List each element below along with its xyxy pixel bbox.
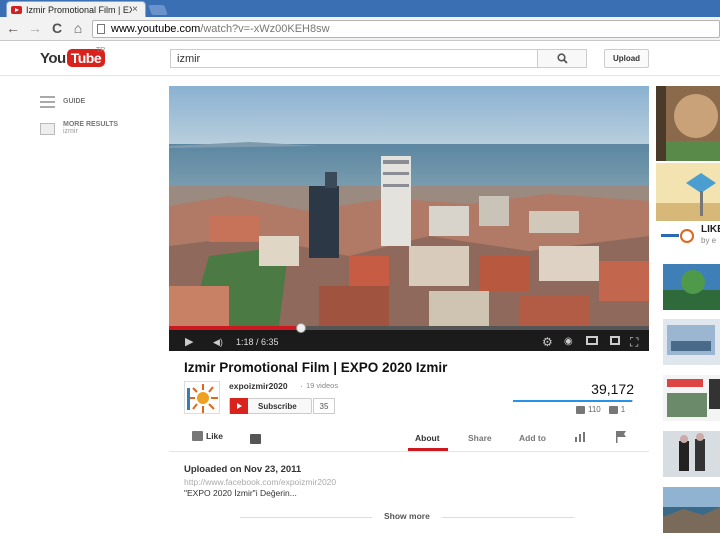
like-counts: 110 1 xyxy=(576,405,625,414)
sidebar-thumbnail-4[interactable] xyxy=(663,319,720,365)
url-path: /watch?v=-xWz00KEH8sw xyxy=(200,23,330,35)
sidebar-thumbnail-7[interactable] xyxy=(663,487,720,533)
back-icon[interactable]: ← xyxy=(5,20,21,36)
more-results-button[interactable]: MORE RESULTS izmir xyxy=(40,121,118,135)
more-results-label: MORE RESULTS xyxy=(63,121,119,128)
stats-icon[interactable] xyxy=(575,432,587,442)
description-link[interactable]: http://www.facebook.com/expoizmir2020 xyxy=(184,477,336,487)
new-tab-button[interactable] xyxy=(148,5,168,15)
address-bar[interactable]: www.youtube.com /watch?v=-xWz00KEH8sw xyxy=(92,20,720,38)
show-more-button[interactable]: Show more xyxy=(372,511,442,521)
sidebar-thumbnail-3[interactable] xyxy=(663,264,720,310)
guide-label: GUIDE xyxy=(63,98,86,105)
description-text: "EXPO 2020 İzmir"i Değerin... xyxy=(184,488,297,498)
settings-gear-icon[interactable]: ⚙ xyxy=(542,336,553,348)
reload-icon[interactable]: C xyxy=(49,20,65,36)
tab-close-icon[interactable]: × xyxy=(132,4,142,15)
video-title: Izmir Promotional Film | EXPO 2020 Izmir xyxy=(184,360,448,375)
tab-about[interactable]: About xyxy=(415,433,440,443)
thumbnail-image xyxy=(663,431,720,477)
like-thumb-icon xyxy=(576,405,585,414)
large-player-icon[interactable] xyxy=(610,336,620,345)
expo-logo-icon xyxy=(187,384,218,413)
subscribe-button[interactable]: Subscribe xyxy=(229,398,312,414)
volume-icon[interactable]: ◀) xyxy=(213,336,223,348)
dislike-thumb-icon xyxy=(608,405,618,414)
thumbnail-image xyxy=(663,264,720,310)
sidebar-thumbnail-2[interactable] xyxy=(656,163,720,221)
more-results-icon xyxy=(40,123,55,135)
like-count: 110 xyxy=(588,405,601,414)
small-player-icon[interactable] xyxy=(586,336,598,345)
divider xyxy=(169,451,649,452)
play-icon[interactable]: ▶ xyxy=(185,336,193,348)
thumbnail-image xyxy=(663,487,720,533)
view-count: 39,172 xyxy=(591,381,634,397)
search-icon xyxy=(556,53,568,64)
more-results-query: izmir xyxy=(63,128,78,135)
time-current: 1:18 xyxy=(236,337,254,347)
search-input[interactable] xyxy=(170,49,538,68)
thumbnail-image xyxy=(663,319,720,365)
browser-tab[interactable]: Izmir Promotional Film | EXPO × xyxy=(6,1,146,17)
search-button[interactable] xyxy=(537,49,587,68)
like-ratio-fill xyxy=(513,400,632,402)
sidebar-expo-logo xyxy=(659,226,697,246)
dislike-count: 1 xyxy=(620,405,626,414)
time-readout: 1:18 / 6:35 xyxy=(236,337,279,347)
url-host: www.youtube.com xyxy=(111,23,201,35)
logo-you: You xyxy=(40,49,66,67)
flag-icon[interactable] xyxy=(615,431,627,443)
video-frame[interactable] xyxy=(169,86,649,326)
sidebar-ad-sub: by e xyxy=(701,236,717,245)
progress-scrubber[interactable] xyxy=(296,323,306,333)
forward-icon[interactable]: → xyxy=(27,20,43,36)
thumbs-up-icon xyxy=(192,431,203,441)
thumbnail-image xyxy=(663,375,720,421)
progress-played xyxy=(169,326,301,330)
time-total: 6:35 xyxy=(261,337,279,347)
youtube-favicon-icon xyxy=(11,5,22,14)
logo-country: TR xyxy=(96,47,106,54)
thumbnail-image xyxy=(656,86,720,161)
video-scene-image xyxy=(169,86,649,326)
quality-icon[interactable]: ◉ xyxy=(564,336,573,348)
sidebar-thumbnail-1[interactable] xyxy=(656,86,720,161)
subscribe-label: Subscribe xyxy=(258,401,297,411)
subscribe-youtube-icon xyxy=(230,398,248,414)
thumbs-down-icon xyxy=(250,434,261,444)
channel-separator: · xyxy=(300,381,303,391)
upload-button[interactable]: Upload xyxy=(604,49,649,68)
fullscreen-icon[interactable]: ⛶ xyxy=(630,336,638,348)
expo-logo-icon xyxy=(659,226,697,246)
channel-video-count[interactable]: 19 videos xyxy=(306,381,338,390)
channel-name[interactable]: expoizmir2020 xyxy=(229,381,288,391)
upload-date: Uploaded on Nov 23, 2011 xyxy=(184,464,302,475)
guide-menu-icon xyxy=(40,96,55,108)
sidebar-ad-label[interactable]: LIKE xyxy=(701,224,720,235)
time-separator: / xyxy=(253,337,262,347)
tab-add-to[interactable]: Add to xyxy=(519,433,546,443)
dislike-button[interactable] xyxy=(250,431,264,449)
tab-share[interactable]: Share xyxy=(468,433,492,443)
sidebar-thumbnail-5[interactable] xyxy=(663,375,720,421)
thumbnail-image xyxy=(656,163,720,221)
sidebar-thumbnail-6[interactable] xyxy=(663,431,720,477)
channel-avatar[interactable] xyxy=(184,381,220,414)
like-button[interactable]: Like xyxy=(192,431,223,441)
guide-button[interactable]: GUIDE xyxy=(40,96,85,108)
home-icon[interactable]: ⌂ xyxy=(70,20,86,36)
subscriber-count: 35 xyxy=(313,398,335,414)
page-icon xyxy=(97,24,105,34)
tab-title: Izmir Promotional Film | EXPO xyxy=(26,4,132,15)
video-player[interactable]: ▶ ◀) 1:18 / 6:35 ⚙ ◉ ⛶ xyxy=(169,86,649,351)
like-label: Like xyxy=(206,431,224,441)
